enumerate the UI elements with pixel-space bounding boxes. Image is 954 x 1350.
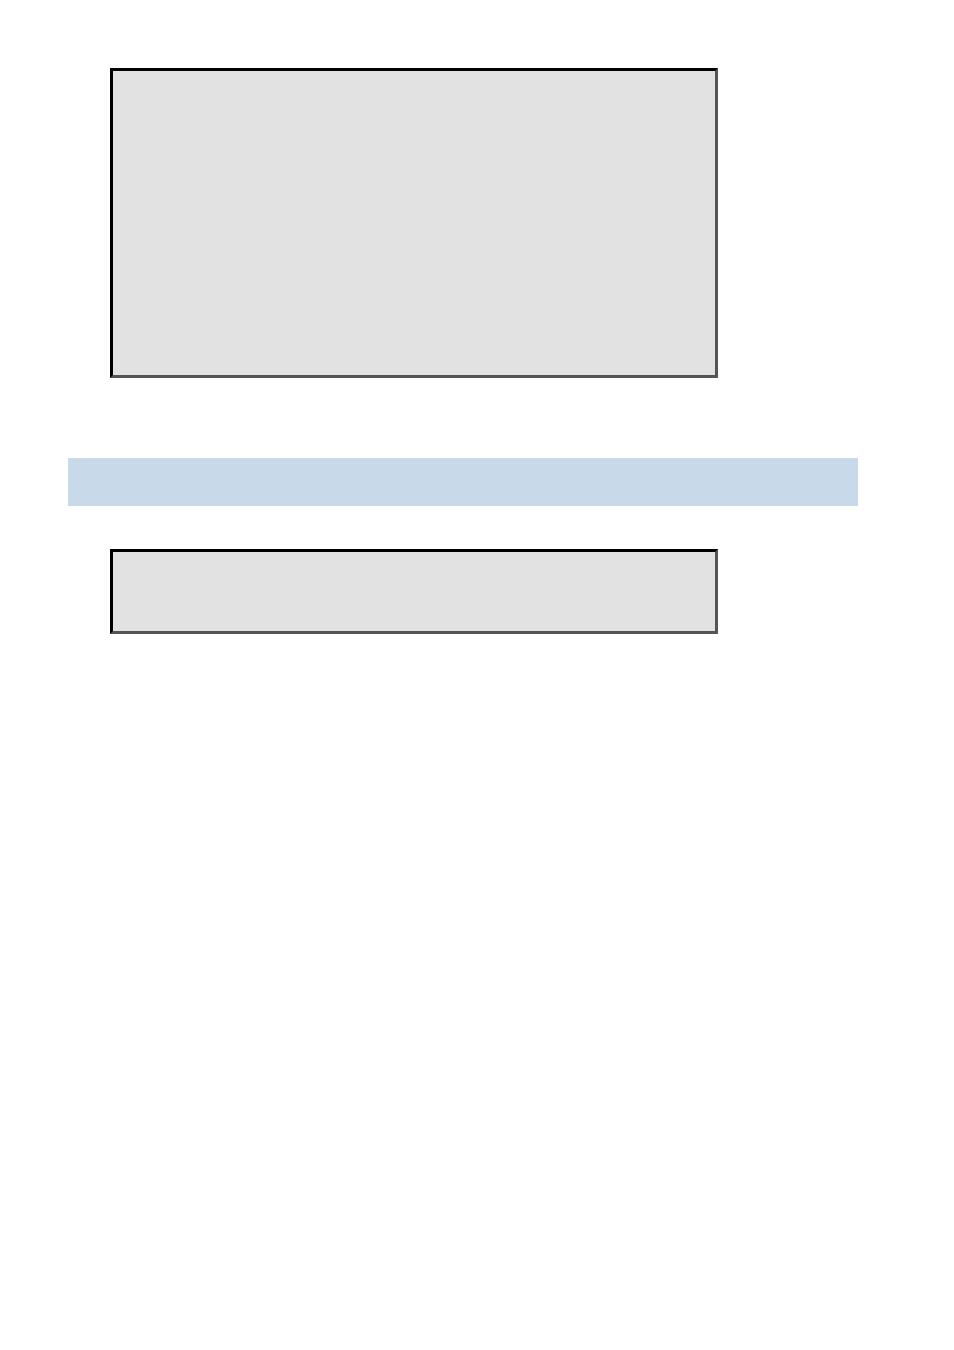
- content-box-small: [110, 549, 718, 634]
- section-divider-bar: [68, 458, 858, 506]
- content-box-large: [110, 68, 718, 378]
